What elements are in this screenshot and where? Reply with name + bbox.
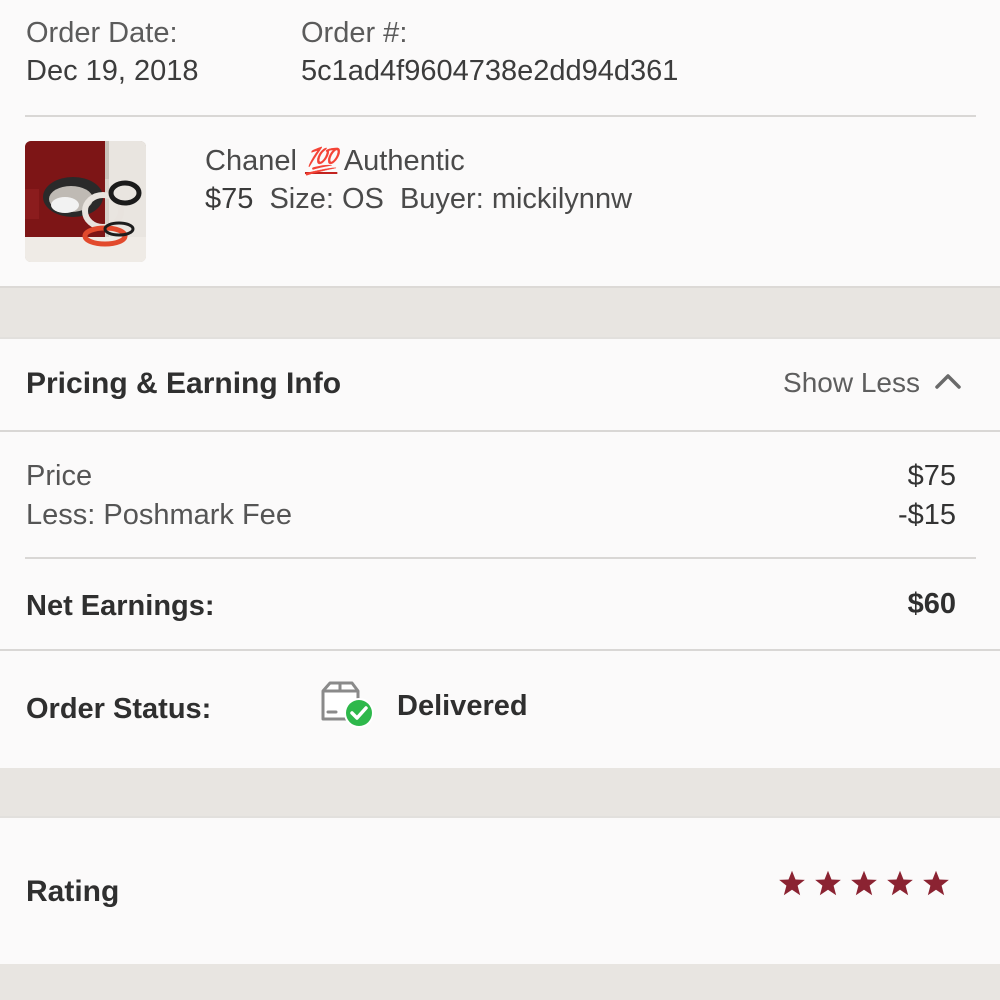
listing-size: Size: OS	[269, 183, 384, 215]
divider	[0, 430, 1000, 432]
rating-label: Rating	[26, 875, 120, 908]
rating-stars	[778, 869, 950, 897]
pricing-earning-card: Pricing & Earning Info Show Less Price $…	[0, 337, 1000, 770]
listing-thumbnail[interactable]	[25, 141, 146, 262]
show-less-toggle[interactable]: Show Less	[783, 367, 962, 399]
order-date-label: Order Date:	[26, 17, 178, 49]
star-icon	[923, 870, 949, 896]
divider	[25, 115, 976, 117]
pricing-section-title: Pricing & Earning Info	[26, 367, 342, 400]
listing-title[interactable]: Chanel 💯 Authentic	[205, 145, 465, 178]
order-summary-card: Order Date: Dec 19, 2018 Order #: 5c1ad4…	[0, 0, 1000, 288]
net-earnings-value: $60	[907, 588, 956, 620]
order-status-value: Delivered	[397, 690, 528, 722]
order-number-value: 5c1ad4f9604738e2dd94d361	[301, 55, 679, 87]
star-icon	[815, 870, 841, 896]
price-row-label: Price	[26, 460, 93, 492]
order-number-label: Order #:	[301, 17, 408, 49]
listing-details: $75 Size: OS Buyer: mickilynnw	[205, 183, 632, 216]
section-separator	[0, 768, 1000, 816]
hundred-emoji-icon: 💯	[304, 146, 338, 176]
fee-row-value: -$15	[897, 499, 956, 531]
star-icon	[851, 870, 877, 896]
price-row-value: $75	[907, 460, 956, 492]
listing-buyer[interactable]: Buyer: mickilynnw	[400, 183, 632, 215]
listing-price: $75	[205, 183, 254, 215]
order-date-value: Dec 19, 2018	[26, 55, 199, 87]
net-earnings-label: Net Earnings:	[26, 590, 215, 622]
show-less-label: Show Less	[783, 367, 920, 398]
divider	[0, 649, 1000, 651]
section-separator	[0, 964, 1000, 1000]
star-icon	[887, 870, 913, 896]
fee-row-label: Less: Poshmark Fee	[26, 499, 292, 531]
divider	[25, 557, 976, 559]
listing-title-brand: Chanel	[205, 145, 297, 177]
chevron-up-icon	[934, 372, 962, 395]
delivered-box-icon	[318, 679, 378, 731]
rating-card: Rating	[0, 816, 1000, 966]
star-icon	[779, 870, 805, 896]
listing-title-rest: Authentic	[343, 145, 465, 177]
order-status-label: Order Status:	[26, 693, 212, 725]
section-separator	[0, 288, 1000, 337]
